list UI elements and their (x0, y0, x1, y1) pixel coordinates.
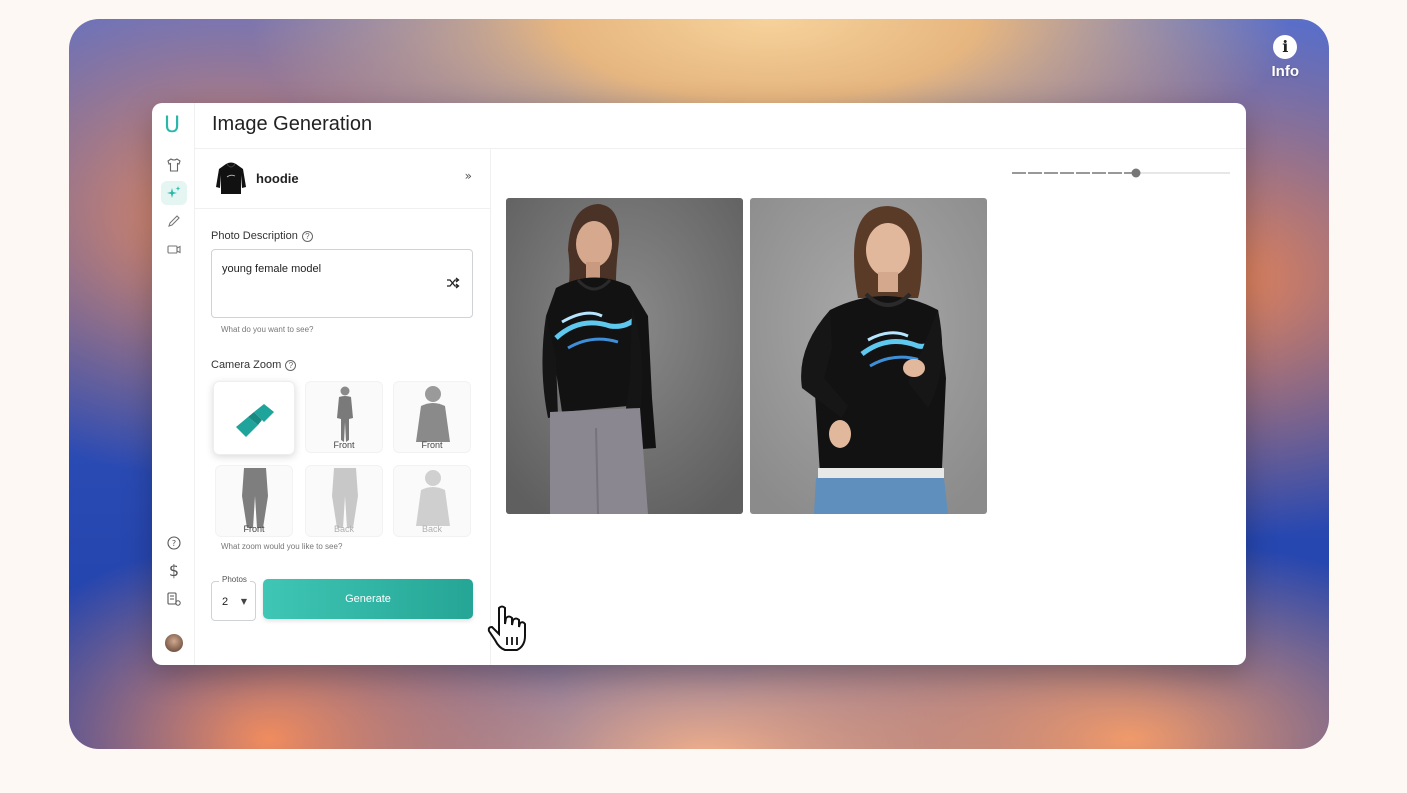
generated-photo-2[interactable] (750, 198, 987, 514)
zoom-option-closeup[interactable] (213, 381, 295, 455)
pencil-icon[interactable] (161, 209, 187, 233)
product-selector[interactable]: hoodie » (195, 149, 490, 209)
zoom-option-full-front[interactable]: Front (305, 381, 383, 453)
hand-cursor-icon (487, 605, 526, 651)
avatar[interactable] (165, 634, 183, 652)
zoom-option-upper-front[interactable]: Front (393, 381, 471, 453)
closeup-icon (236, 404, 274, 437)
help-icon[interactable]: ? (285, 359, 297, 371)
shuffle-icon[interactable] (446, 276, 460, 294)
app-logo: U (164, 113, 181, 138)
photos-value: 2 (222, 596, 229, 608)
product-name: hoodie (256, 171, 299, 186)
caret-down-icon: ▼ (240, 597, 247, 606)
photos-label: Photos (219, 575, 250, 584)
desktop-background: i Info U ? $ Image Generation hoodie » P… (69, 19, 1329, 749)
hoodie-thumbnail (216, 162, 246, 194)
description-value: young female model (222, 263, 322, 275)
app-window: U ? $ Image Generation hoodie » Photo De… (152, 103, 1246, 665)
zoom-option-lower-front[interactable]: Front (215, 465, 293, 537)
svg-text:?: ? (172, 539, 176, 548)
camera-zoom-label: Camera Zoom? (211, 359, 297, 371)
zoom-option-upper-back[interactable]: Back (393, 465, 471, 537)
model-photo-image (750, 198, 987, 514)
help-icon[interactable]: ? (161, 531, 187, 555)
zoom-hint: What zoom would you like to see? (221, 542, 343, 551)
info-button[interactable]: i Info (1271, 35, 1300, 80)
page-title: Image Generation (212, 113, 373, 135)
chevron-down-icon[interactable]: » (465, 169, 472, 183)
description-input[interactable]: young female model (211, 249, 473, 318)
size-slider[interactable] (1012, 167, 1232, 179)
camera-icon[interactable] (161, 237, 187, 261)
info-icon: i (1273, 35, 1298, 59)
generated-photo-1[interactable] (506, 198, 743, 514)
info-label: Info (1271, 63, 1300, 80)
help-icon[interactable]: ? (301, 230, 313, 242)
sparkles-icon[interactable] (161, 181, 187, 205)
photos-select[interactable]: Photos 2 ▼ (211, 575, 256, 621)
settings-panel: hoodie » Photo Description? young female… (195, 149, 526, 665)
generate-button[interactable]: Generate (263, 579, 473, 619)
photo-description-label: Photo Description? (211, 230, 313, 242)
shirt-icon[interactable] (161, 153, 187, 177)
model-photo-image (506, 198, 743, 514)
settings-icon[interactable] (161, 587, 187, 611)
zoom-option-lower-back[interactable]: Back (305, 465, 383, 537)
dollar-icon[interactable]: $ (161, 559, 187, 583)
description-hint: What do you want to see? (221, 325, 314, 334)
nav-rail: U ? $ (152, 103, 195, 665)
